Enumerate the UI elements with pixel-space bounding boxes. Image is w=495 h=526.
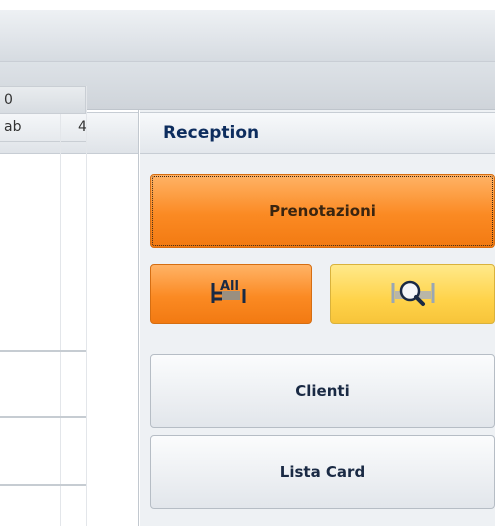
grid-row-divider: [0, 484, 86, 486]
grid-row-divider: [0, 416, 86, 418]
lista-card-button[interactable]: Lista Card: [150, 435, 495, 509]
reception-panel: Reception Prenotazioni All Clienti Lista…: [140, 110, 495, 526]
grid-row-divider: [0, 350, 86, 352]
prenotazioni-label: Prenotazioni: [269, 202, 376, 220]
reception-title: Reception: [140, 112, 495, 154]
clienti-button[interactable]: Clienti: [150, 354, 495, 428]
grid-cell: ab: [4, 119, 22, 135]
prenotazioni-button[interactable]: Prenotazioni: [150, 174, 495, 248]
grid-column-divider: [86, 86, 87, 526]
lista-card-label: Lista Card: [279, 463, 366, 481]
all-bookings-icon: All: [206, 275, 256, 313]
all-bookings-button[interactable]: All: [150, 264, 312, 324]
clienti-label: Clienti: [295, 382, 350, 400]
grid-column-divider: [60, 114, 61, 526]
all-icon-text: All: [220, 279, 239, 294]
left-panel: [0, 110, 139, 526]
search-booking-icon: [386, 275, 440, 313]
grid-header-cell: 0: [0, 86, 86, 114]
search-booking-button[interactable]: [330, 264, 495, 324]
top-toolbar: [0, 10, 495, 62]
grid-header-row: ab 4: [0, 114, 87, 142]
